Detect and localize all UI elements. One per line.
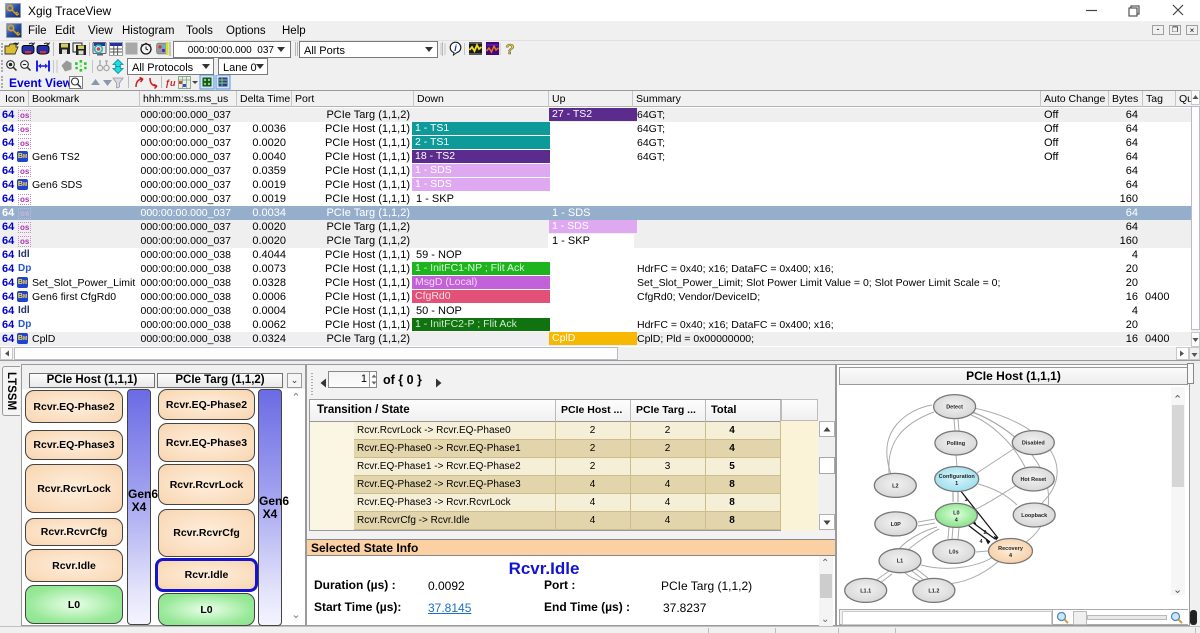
svg-text:Disabled: Disabled [1022, 441, 1045, 447]
svg-text:L0: L0 [953, 510, 959, 516]
svg-text:L1.2: L1.2 [928, 588, 939, 594]
svg-text:Configuration: Configuration [939, 474, 976, 480]
svg-text:?: ? [505, 41, 514, 57]
svg-text:L0P: L0P [891, 522, 901, 528]
svg-text:L0s: L0s [949, 549, 958, 555]
svg-text:2: 2 [983, 530, 986, 536]
svg-text:Recovery: Recovery [998, 546, 1024, 552]
svg-text:Hot Reset: Hot Reset [1020, 477, 1046, 483]
svg-text:Detect: Detect [946, 405, 963, 411]
svg-text:Loopback: Loopback [1021, 513, 1048, 519]
svg-text:1: 1 [955, 481, 958, 487]
svg-text:4: 4 [979, 539, 983, 545]
svg-text:L1.1: L1.1 [860, 588, 871, 594]
svg-text:L1: L1 [897, 559, 903, 565]
svg-text:ƒu: ƒu [165, 78, 176, 88]
svg-text:1: 1 [964, 497, 967, 503]
svg-text:L2: L2 [892, 483, 898, 489]
svg-text:Polling: Polling [947, 441, 965, 447]
